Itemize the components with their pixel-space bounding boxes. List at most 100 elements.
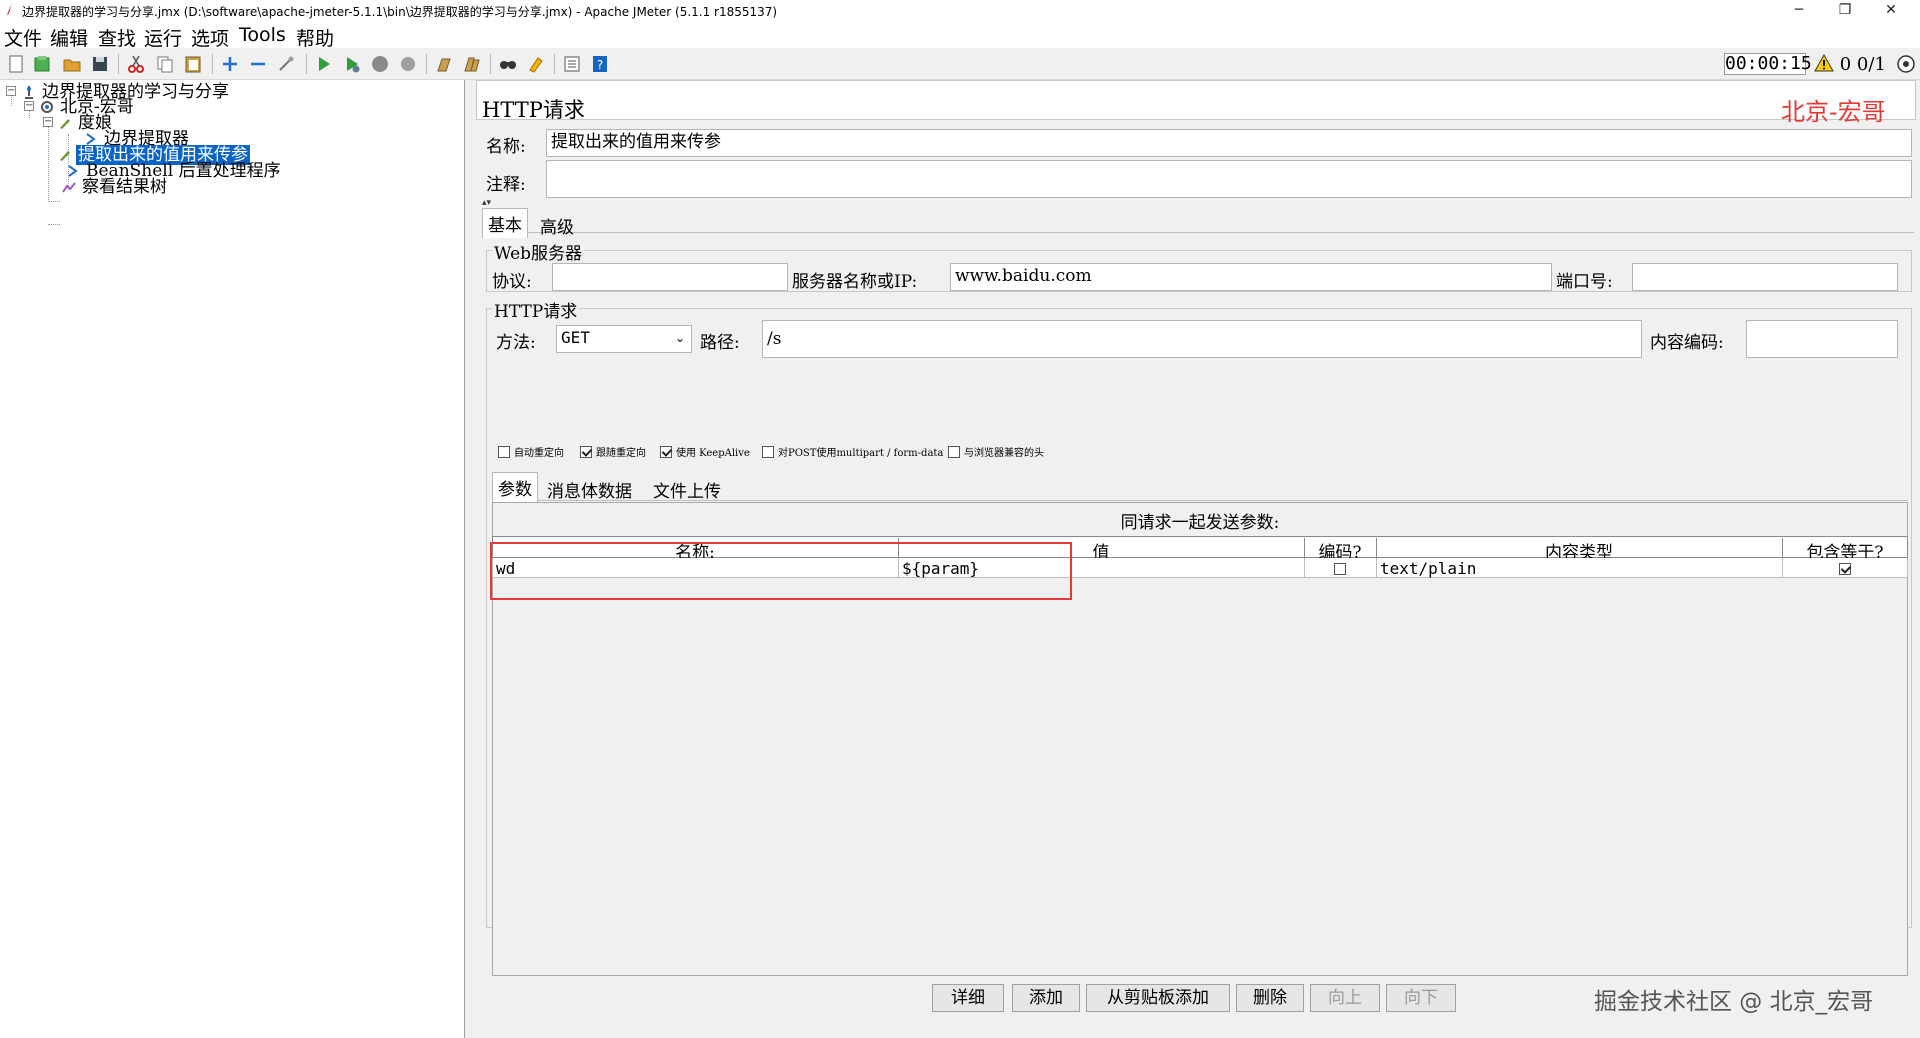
name-label: 名称: [486,137,526,157]
menu-file[interactable]: 文件 [4,24,42,51]
test-plan-icon [25,86,33,99]
checkbox-box [580,446,592,458]
path-label: 路径: [700,333,740,353]
checkbox-box [660,446,672,458]
footer-watermark: 掘金技术社区 @ 北京_宏哥 [1594,989,1874,1015]
protocol-label: 协议: [492,272,532,292]
http-request-panel: HTTP请求 北京-宏哥 名称: 提取出来的值用来传参 注释: ▴▾ 基本 高级… [468,80,1920,1038]
function-helper-icon[interactable] [562,54,582,74]
search-icon[interactable] [498,54,518,74]
browser-headers-checkbox[interactable]: 与浏览器兼容的头 [948,444,1044,459]
server-label: 服务器名称或IP: [792,272,918,292]
keepalive-checkbox[interactable]: 使用 KeepAlive [660,444,750,459]
window-title: 边界提取器的学习与分享.jmx (D:\software\apache-jmet… [22,5,778,19]
params-title: 同请求一起发送参数: [1120,513,1280,533]
http-request-legend: HTTP请求 [492,297,580,322]
expand-toggle-baidu[interactable]: − [43,117,53,127]
tab-basic[interactable]: 基本 [482,208,528,238]
cut-icon[interactable] [126,54,146,74]
minimize-button[interactable]: ─ [1776,0,1822,22]
path-input[interactable]: /s [762,320,1642,358]
checkbox-box [498,446,510,458]
move-down-button[interactable]: 向下 [1386,984,1456,1012]
row-include-equals-cell[interactable] [1782,558,1908,577]
help-icon[interactable]: ? [590,54,610,74]
new-file-icon[interactable] [6,54,26,74]
menu-search[interactable]: 查找 [98,24,136,51]
start-icon[interactable] [314,54,334,74]
jmeter-feather-icon [7,4,12,16]
elapsed-timer: 00:00:15 [1724,53,1812,75]
follow-redirect-checkbox[interactable]: 跟随重定向 [580,444,646,459]
menu-options[interactable]: 选项 [191,24,229,51]
splitter-arrows[interactable]: ▴▾ [482,198,491,208]
port-input[interactable] [1632,263,1898,291]
close-button[interactable]: ✕ [1868,0,1914,22]
open-icon[interactable] [62,54,82,74]
stop-icon[interactable] [370,54,390,74]
menu-bar: 文件 编辑 查找 运行 选项 Tools 帮助 [0,22,1920,51]
title-bar: 边界提取器的学习与分享.jmx (D:\software\apache-jmet… [0,0,1920,22]
web-server-legend: Web服务器 [492,239,585,264]
comment-label: 注释: [486,175,526,195]
method-label: 方法: [496,333,536,353]
comment-input[interactable] [546,160,1912,198]
add-button[interactable]: 添加 [1012,984,1080,1012]
row-encode-cell[interactable] [1300,558,1380,577]
tab-advanced[interactable]: 高级 [535,211,579,240]
copy-icon[interactable] [155,54,175,74]
subtab-body-data[interactable]: 消息体数据 [542,475,637,504]
maximize-button[interactable]: ❐ [1822,0,1868,22]
expand-toggle-thread-group[interactable]: − [24,101,34,111]
error-count-indicator[interactable]: 0 0/1 [1814,53,1886,75]
checkbox-box [948,446,960,458]
toggle-icon[interactable] [276,54,296,74]
expand-all-icon[interactable] [220,54,240,74]
test-plan-tree: − 边界提取器的学习与分享 − 北京-宏哥 − 度娘 边界提取器 提取出来的值用… [0,80,465,1038]
menu-tools[interactable]: Tools [239,24,286,46]
active-thread-count: 0/1 [1856,54,1886,75]
port-label: 端口号: [1556,272,1613,292]
delete-button[interactable]: 删除 [1236,984,1304,1012]
chart-icon [62,182,76,193]
highlight-annotation [490,542,1072,600]
remote-status-icon[interactable] [1896,54,1916,74]
start-no-pauses-icon[interactable] [342,54,362,74]
detail-button[interactable]: 详细 [932,984,1004,1012]
author-watermark: 北京-宏哥 [1781,98,1886,126]
row-content-type-cell[interactable]: text/plain [1380,559,1476,578]
menu-edit[interactable]: 编辑 [50,24,88,51]
checkbox-box [1334,563,1346,575]
auto-redirect-checkbox[interactable]: 自动重定向 [498,444,564,459]
tree-node-result-tree[interactable]: 察看结果树 [62,178,169,196]
menu-run[interactable]: 运行 [144,24,182,51]
templates-icon[interactable] [32,54,52,74]
save-icon[interactable] [90,54,110,74]
server-input[interactable]: www.baidu.com [950,263,1552,291]
panel-heading: HTTP请求 [482,98,585,122]
method-select[interactable]: GET ⌄ [556,325,692,353]
expand-toggle-root[interactable]: − [6,86,16,96]
name-input[interactable]: 提取出来的值用来传参 [546,129,1912,157]
encoding-input[interactable] [1746,320,1898,358]
move-up-button[interactable]: 向上 [1310,984,1380,1012]
protocol-input[interactable] [552,263,788,291]
paste-icon[interactable] [183,54,203,74]
subtab-params[interactable]: 参数 [492,472,538,502]
shutdown-icon[interactable] [398,54,418,74]
multipart-checkbox[interactable]: 对POST使用multipart / form-data [762,444,943,459]
clear-icon[interactable] [434,54,454,74]
gear-icon [41,101,53,113]
svg-text:?: ? [597,58,603,72]
clear-all-icon[interactable] [462,54,482,74]
subtab-file-upload[interactable]: 文件上传 [648,475,726,504]
menu-help[interactable]: 帮助 [296,24,334,51]
reset-search-icon[interactable] [526,54,546,74]
add-from-clipboard-button[interactable]: 从剪贴板添加 [1086,984,1230,1012]
method-value: GET [561,328,590,347]
warning-icon [1814,53,1834,72]
collapse-all-icon[interactable] [248,54,268,74]
encoding-label: 内容编码: [1650,333,1724,353]
arrow-icon [68,165,78,177]
pencil-icon [60,119,70,129]
